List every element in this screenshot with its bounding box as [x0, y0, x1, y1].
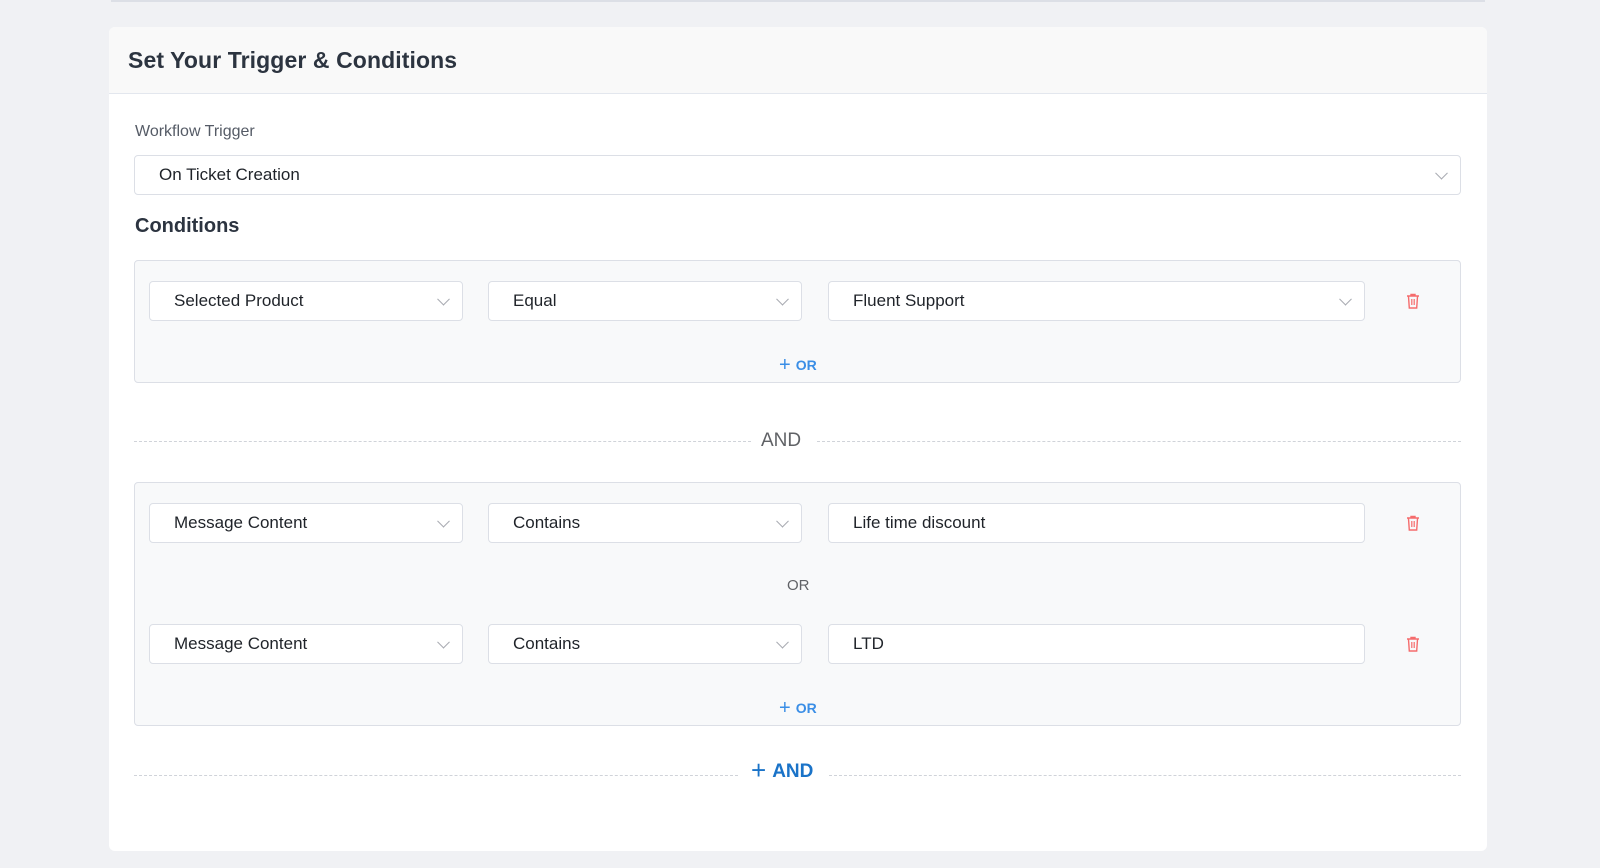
trash-icon[interactable]	[1406, 636, 1420, 652]
condition-value: Life time discount	[853, 513, 986, 532]
conditions-heading: Conditions	[135, 215, 240, 237]
card-header: Set Your Trigger & Conditions	[109, 27, 1487, 94]
dashed-divider-right	[829, 775, 1461, 776]
chevron-down-icon	[437, 514, 450, 528]
chevron-down-icon	[437, 635, 450, 649]
condition-operator-select[interactable]: Contains	[488, 503, 802, 543]
trigger-conditions-card: Set Your Trigger & Conditions Workflow T…	[109, 27, 1487, 851]
condition-field-select[interactable]: Message Content	[149, 503, 463, 543]
condition-value-input[interactable]: Life time discount	[828, 503, 1365, 543]
workflow-trigger-value: On Ticket Creation	[159, 165, 300, 184]
dashed-divider-left	[134, 775, 738, 776]
trash-icon[interactable]	[1406, 293, 1420, 309]
condition-value: Fluent Support	[853, 291, 965, 310]
condition-operator-select[interactable]: Contains	[488, 624, 802, 664]
condition-value-input[interactable]: LTD	[828, 624, 1365, 664]
workflow-trigger-select[interactable]: On Ticket Creation	[134, 155, 1461, 195]
add-and-label: AND	[772, 761, 814, 782]
condition-field-value: Message Content	[174, 513, 308, 532]
condition-operator-value: Equal	[513, 291, 557, 310]
condition-field-value: Message Content	[174, 634, 308, 653]
add-or-button[interactable]: + OR	[779, 355, 817, 375]
condition-group-2: Message Content Contains Life time disco…	[134, 482, 1461, 726]
and-separator: AND	[761, 430, 802, 451]
plus-icon: +	[779, 697, 791, 719]
condition-field-select[interactable]: Message Content	[149, 624, 463, 664]
add-or-label: OR	[795, 357, 817, 373]
top-divider	[111, 0, 1485, 2]
chevron-down-icon	[437, 292, 450, 306]
page-title: Set Your Trigger & Conditions	[128, 46, 458, 73]
add-or-label: OR	[795, 700, 817, 716]
dashed-divider-left	[134, 441, 751, 442]
chevron-down-icon	[1339, 292, 1352, 306]
dashed-divider-right	[817, 441, 1461, 442]
chevron-down-icon	[776, 514, 789, 528]
trash-icon[interactable]	[1406, 515, 1420, 531]
condition-operator-value: Contains	[513, 634, 581, 653]
condition-value-select[interactable]: Fluent Support	[828, 281, 1365, 321]
condition-operator-value: Contains	[513, 513, 581, 532]
chevron-down-icon	[776, 635, 789, 649]
plus-icon: +	[751, 755, 767, 785]
condition-operator-select[interactable]: Equal	[488, 281, 802, 321]
workflow-trigger-label: Workflow Trigger	[135, 123, 255, 140]
chevron-down-icon	[776, 292, 789, 306]
add-and-button[interactable]: + AND	[751, 757, 814, 783]
plus-icon: +	[779, 354, 791, 376]
or-separator: OR	[787, 577, 810, 594]
condition-field-value: Selected Product	[174, 291, 304, 310]
chevron-down-icon	[1435, 166, 1448, 180]
condition-field-select[interactable]: Selected Product	[149, 281, 463, 321]
condition-group-1: Selected Product Equal Fluent Support + …	[134, 260, 1461, 383]
condition-value: LTD	[853, 634, 884, 653]
add-or-button[interactable]: + OR	[779, 698, 817, 718]
